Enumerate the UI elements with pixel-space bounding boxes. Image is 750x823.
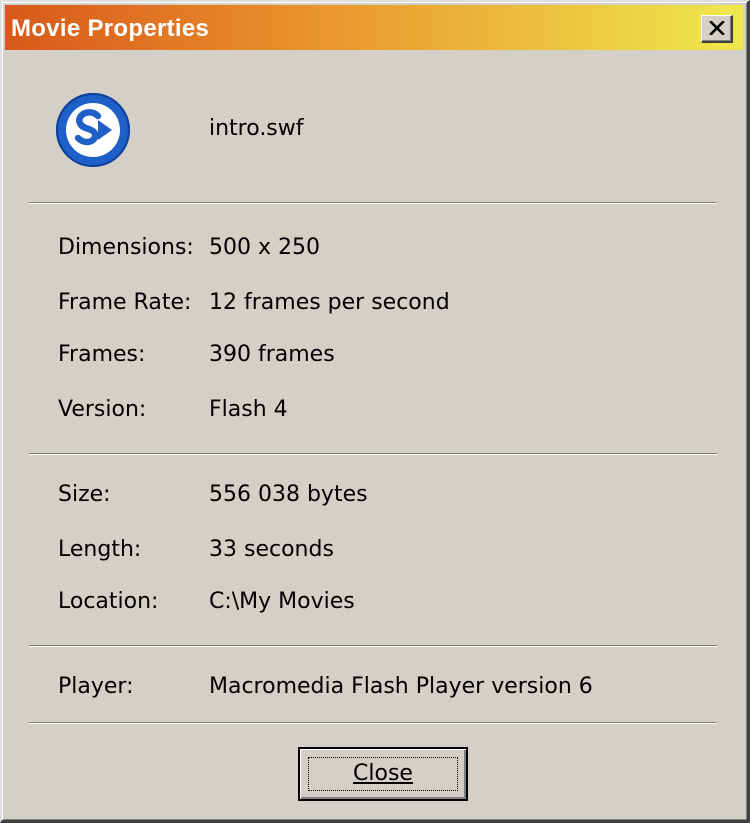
title-close-button[interactable] bbox=[701, 15, 733, 43]
separator bbox=[29, 722, 717, 724]
size-label: Size: bbox=[58, 482, 111, 507]
movie-properties-dialog: Movie Properties intro.swf Dimensions: 5… bbox=[0, 0, 750, 823]
dialog-title: Movie Properties bbox=[11, 15, 210, 42]
dimensions-label: Dimensions: bbox=[58, 235, 194, 260]
close-icon bbox=[709, 21, 725, 35]
separator bbox=[29, 453, 717, 455]
length-value: 33 seconds bbox=[209, 537, 334, 562]
version-label: Version: bbox=[58, 397, 147, 422]
separator bbox=[29, 202, 717, 204]
player-value: Macromedia Flash Player version 6 bbox=[209, 674, 593, 699]
player-label: Player: bbox=[58, 674, 134, 699]
frame-rate-label: Frame Rate: bbox=[58, 290, 192, 315]
title-bar[interactable]: Movie Properties bbox=[5, 5, 743, 50]
flash-player-icon bbox=[56, 93, 130, 167]
separator bbox=[29, 645, 717, 647]
close-button-label: Close bbox=[353, 761, 413, 786]
frames-value: 390 frames bbox=[209, 342, 335, 367]
dimensions-value: 500 x 250 bbox=[209, 235, 320, 260]
frame-rate-value: 12 frames per second bbox=[209, 290, 450, 315]
close-button[interactable]: Close bbox=[298, 747, 468, 801]
length-label: Length: bbox=[58, 537, 142, 562]
location-value: C:\My Movies bbox=[209, 589, 355, 614]
version-value: Flash 4 bbox=[209, 397, 288, 422]
size-value: 556 038 bytes bbox=[209, 482, 368, 507]
frames-label: Frames: bbox=[58, 342, 146, 367]
location-label: Location: bbox=[58, 589, 159, 614]
file-name: intro.swf bbox=[209, 116, 304, 141]
